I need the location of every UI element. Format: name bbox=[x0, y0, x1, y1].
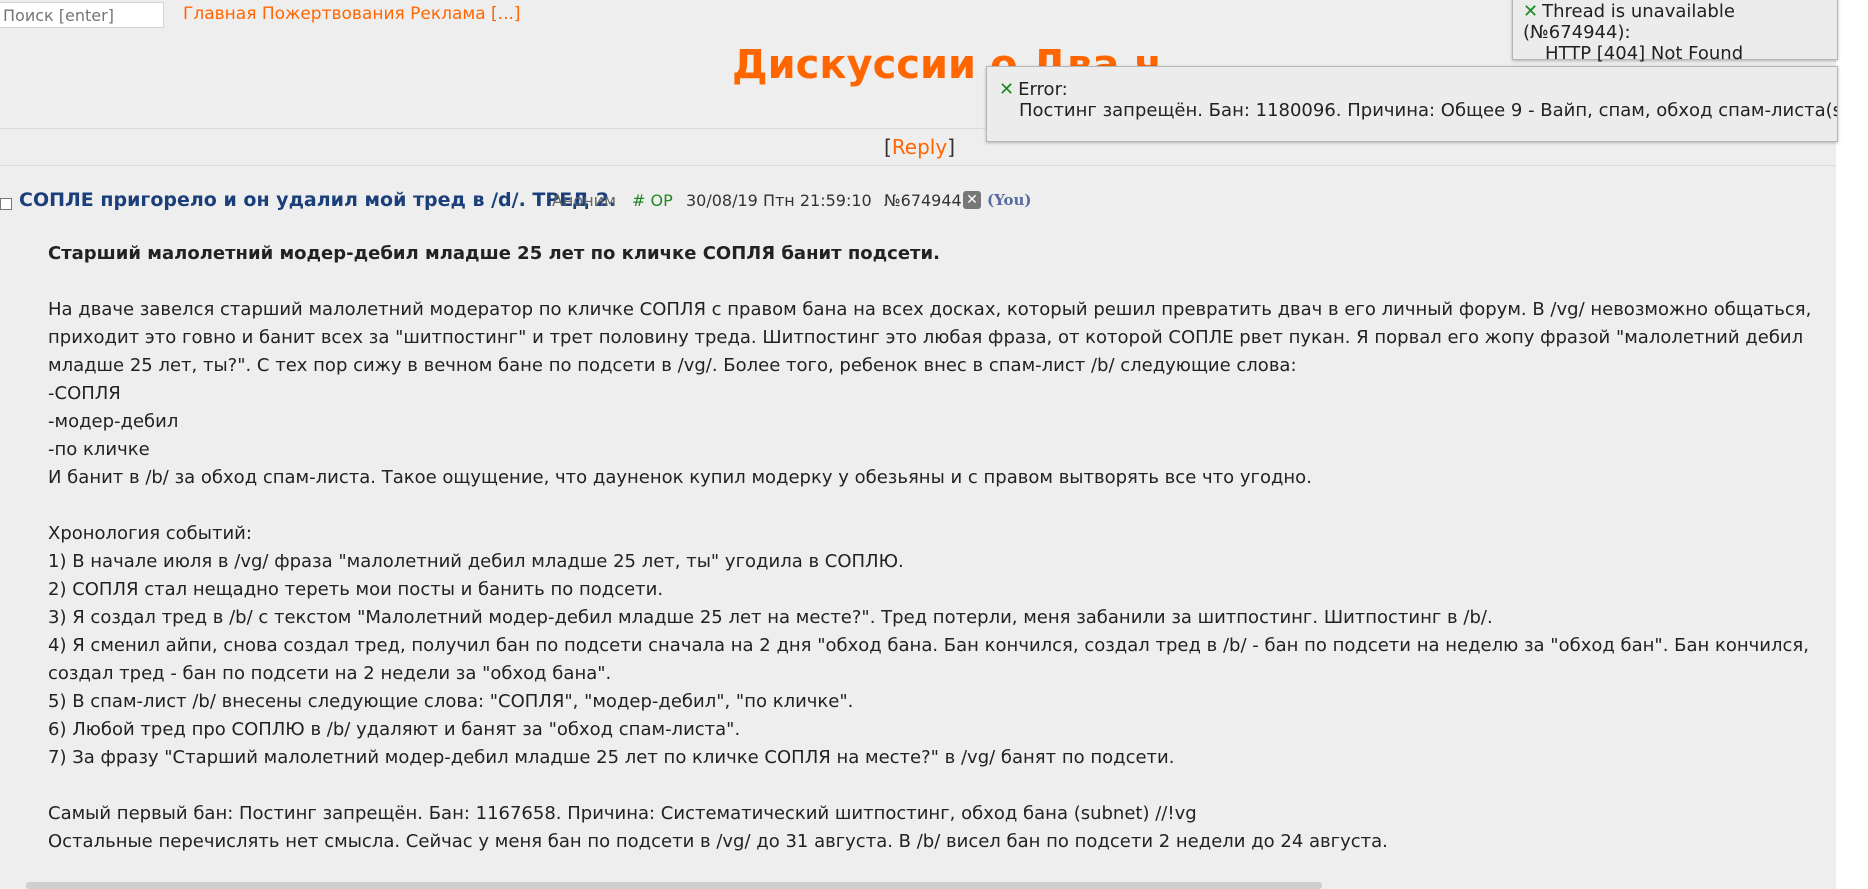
post-text-line: 3) Я создал тред в /b/ с текстом "Малоле… bbox=[48, 607, 1493, 628]
notification-title: Thread is unavailable (№674944): bbox=[1523, 1, 1735, 43]
post-body: Старший малолетний модер-дебил младше 25… bbox=[48, 240, 1812, 856]
notification-message: HTTP [404] Not Found bbox=[1545, 43, 1744, 64]
post-text-line: 1) В начале июля в /vg/ фраза "малолетни… bbox=[48, 551, 904, 572]
reply-bracket-close: ] bbox=[947, 135, 956, 159]
error-notification[interactable]: ✕ Error: Постинг запрещён. Бан: 1180096. … bbox=[986, 66, 1838, 142]
post-text-line: Старший малолетний модер-дебил младше 25… bbox=[48, 243, 940, 264]
reply-button[interactable]: Reply bbox=[892, 135, 947, 159]
post-text-line: 6) Любой тред про СОПЛЮ в /b/ удаляют и … bbox=[48, 719, 741, 740]
post-text-line: младше 25 лет, ты?". С тех пор сижу в ве… bbox=[48, 355, 1297, 376]
post-text-line: -СОПЛЯ bbox=[48, 383, 121, 404]
post-text-line: приходит это говно и банит всех за "шитп… bbox=[48, 327, 1804, 348]
post-number[interactable]: №674944 bbox=[884, 191, 962, 210]
nav-links-text[interactable]: Главная Пожертвования Реклама [...] bbox=[183, 4, 521, 24]
hide-post-icon[interactable]: ✕ bbox=[963, 191, 981, 209]
error-message: Постинг запрещён. Бан: 1180096. Причина:… bbox=[1019, 100, 1838, 121]
post-text-line: -модер-дебил bbox=[48, 411, 179, 432]
post-text-line: На дваче завелся старший малолетний моде… bbox=[48, 299, 1812, 320]
post-text-line: Остальные перечислять нет смысла. Сейчас… bbox=[48, 831, 1388, 852]
right-edge bbox=[1836, 0, 1868, 889]
post-text-line: Самый первый бан: Постинг запрещён. Бан:… bbox=[48, 803, 1197, 824]
op-badge: # OP bbox=[632, 191, 673, 210]
post-text-line: 7) За фразу "Старший малолетний модер-де… bbox=[48, 747, 1175, 768]
post-text-line: Хронология событий: bbox=[48, 523, 252, 544]
close-icon[interactable]: ✕ bbox=[999, 79, 1014, 100]
post-checkbox[interactable] bbox=[0, 198, 12, 210]
post-subject: СОПЛЕ пригорело и он удалил мой тред в /… bbox=[19, 189, 617, 211]
post-text-line: -по кличке bbox=[48, 439, 150, 460]
post-text-line: И банит в /b/ за обход спам-листа. Такое… bbox=[48, 467, 1312, 488]
post-text-line: 2) СОПЛЯ стал нещадно тереть мои посты и… bbox=[48, 579, 664, 600]
thread-unavailable-notification[interactable]: ✕ Thread is unavailable (№674944): HTTP [… bbox=[1512, 0, 1838, 64]
divider bbox=[0, 165, 1836, 166]
search-input[interactable] bbox=[0, 2, 164, 28]
post-date: 30/08/19 Птн 21:59:10 bbox=[686, 191, 872, 210]
post-text-line: 5) В спам-лист /b/ внесены следующие сло… bbox=[48, 691, 854, 712]
you-marker: (You) bbox=[987, 191, 1032, 209]
error-title: Error: bbox=[1018, 79, 1068, 100]
reply-link[interactable]: [Reply] bbox=[884, 135, 955, 159]
horizontal-scrollbar[interactable] bbox=[26, 882, 1322, 889]
post-text-line: создал тред - бан по подсети на 2 недели… bbox=[48, 663, 612, 684]
reply-bracket-open: [ bbox=[884, 135, 892, 159]
nav-links[interactable]: Главная Пожертвования Реклама [...] bbox=[183, 4, 521, 24]
post-text-line: 4) Я сменил айпи, снова создал тред, пол… bbox=[48, 635, 1809, 656]
poster-name: Аноним bbox=[552, 191, 617, 210]
close-icon[interactable]: ✕ bbox=[1523, 1, 1538, 22]
